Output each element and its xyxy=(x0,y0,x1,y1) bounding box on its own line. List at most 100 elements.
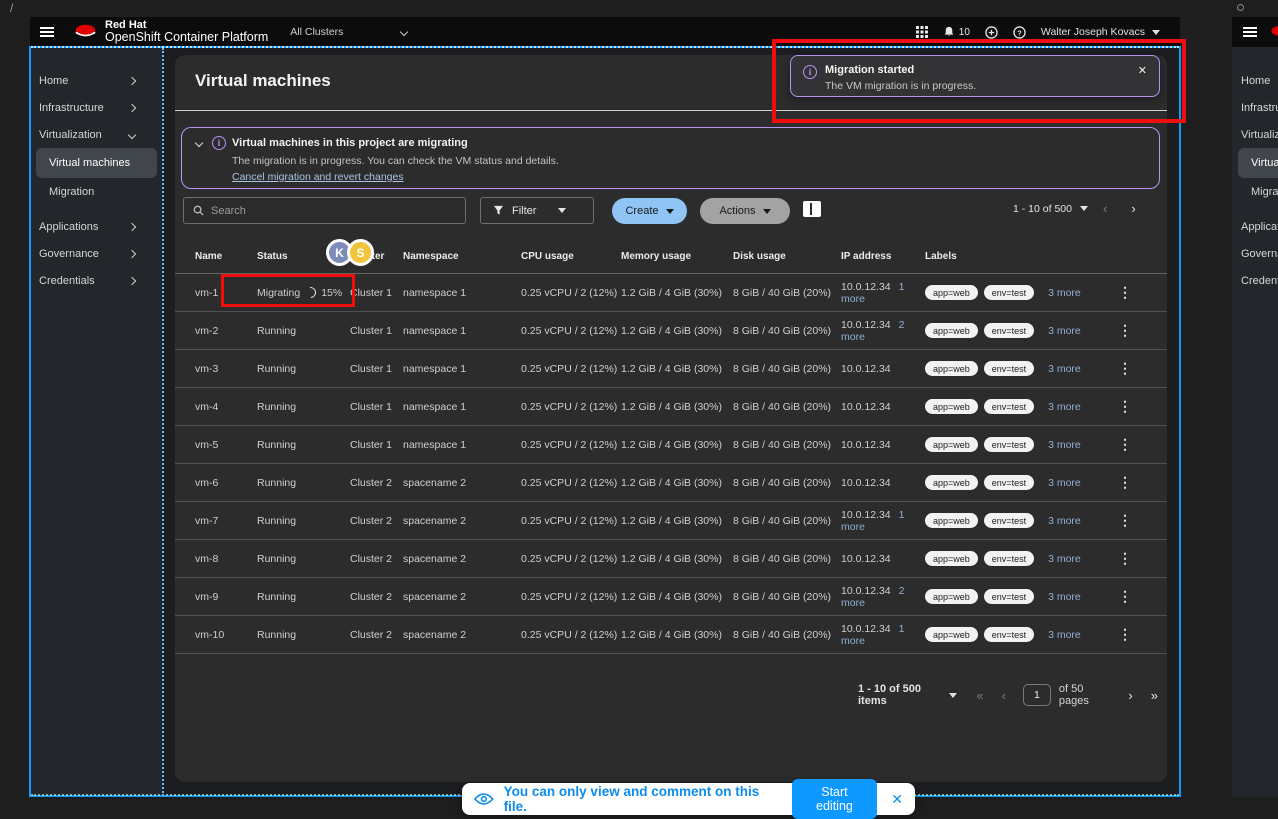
ip-address: 10.0.12.34 xyxy=(841,509,891,521)
label-pill: env=test xyxy=(984,323,1034,338)
row-kebab-menu-icon[interactable]: ⋮ xyxy=(1105,474,1145,491)
create-button[interactable]: Create xyxy=(612,198,687,224)
labels-more-link[interactable]: 3 more xyxy=(1048,591,1081,603)
sidebar-item-governance[interactable]: Governance xyxy=(1232,240,1278,267)
table-row: vm-2RunningCluster 1namespace 10.25 vCPU… xyxy=(175,312,1167,350)
row-kebab-menu-icon[interactable]: ⋮ xyxy=(1105,626,1145,643)
title-divider xyxy=(175,110,1167,111)
sidebar-item-home[interactable]: Home xyxy=(30,67,163,94)
row-kebab-menu-icon[interactable]: ⋮ xyxy=(1105,360,1145,377)
sidebar-item-migration[interactable]: Migration xyxy=(30,178,163,205)
disk-cell: 8 GiB / 40 GiB (20%) xyxy=(733,629,841,641)
labels-more-link[interactable]: 3 more xyxy=(1048,515,1081,527)
ip-address-cell: 10.0.12.342 more xyxy=(841,319,925,343)
label-pill: env=test xyxy=(984,399,1034,414)
status-cell: Migrating15% xyxy=(257,287,350,299)
row-kebab-menu-icon[interactable]: ⋮ xyxy=(1105,588,1145,605)
sidebar-item-home[interactable]: Home xyxy=(1232,67,1278,94)
sidebar-item-label: Infrastructure xyxy=(39,102,104,114)
cluster-selector[interactable]: All Clusters xyxy=(290,26,407,38)
app-launcher-icon[interactable] xyxy=(916,26,928,38)
sidebar-item-label: Applications xyxy=(39,221,98,233)
labels-more-link[interactable]: 3 more xyxy=(1048,439,1081,451)
filter-button[interactable]: Filter xyxy=(480,197,594,224)
menu-toggle-icon[interactable] xyxy=(1243,27,1257,37)
row-kebab-menu-icon[interactable]: ⋮ xyxy=(1105,550,1145,567)
sidebar-item-applications[interactable]: Applications xyxy=(30,213,163,240)
cancel-migration-link[interactable]: Cancel migration and revert changes xyxy=(232,171,404,183)
ip-address: 10.0.12.34 xyxy=(841,623,891,635)
ip-address: 10.0.12.34 xyxy=(841,319,891,331)
sidebar-item-virtualization[interactable]: Virtualization xyxy=(1232,121,1278,148)
row-kebab-menu-icon[interactable]: ⋮ xyxy=(1105,398,1145,415)
namespace-cell: namespace 1 xyxy=(403,287,521,299)
vm-name-cell: vm-7 xyxy=(195,515,257,527)
labels-more-link[interactable]: 3 more xyxy=(1048,325,1081,337)
disk-cell: 8 GiB / 40 GiB (20%) xyxy=(733,515,841,527)
sidebar-item-infrastructure[interactable]: Infrastructure xyxy=(30,94,163,121)
next-page-button[interactable]: › xyxy=(1119,688,1141,703)
sidebar-item-credentials[interactable]: Credentials xyxy=(30,267,163,294)
sidebar-item-virtualization[interactable]: Virtualization xyxy=(30,121,163,148)
vm-name-cell: vm-5 xyxy=(195,439,257,451)
frame-label: / xyxy=(10,1,13,15)
memory-cell: 1.2 GiB / 4 GiB (30%) xyxy=(621,591,733,603)
sidebar-item-virtual-machines[interactable]: Virtual machines xyxy=(36,148,157,178)
next-page-button[interactable]: › xyxy=(1122,201,1144,216)
labels-more-link[interactable]: 3 more xyxy=(1048,401,1081,413)
last-page-button[interactable]: » xyxy=(1142,688,1167,703)
sidebar-item-governance[interactable]: Governance xyxy=(30,240,163,267)
status-label: Running xyxy=(257,439,296,451)
ip-address-cell: 10.0.12.341 more xyxy=(841,509,925,533)
caret-down-icon xyxy=(1152,30,1160,35)
avatar: S xyxy=(347,239,374,266)
labels-more-link[interactable]: 3 more xyxy=(1048,629,1081,641)
sidebar-item-migration[interactable]: Migration xyxy=(1232,178,1278,205)
menu-toggle-icon[interactable] xyxy=(40,27,54,37)
previous-page-button[interactable]: ‹ xyxy=(993,688,1015,703)
vm-name-cell: vm-4 xyxy=(195,401,257,413)
actions-button[interactable]: Actions xyxy=(700,198,790,224)
sidebar-item-infrastructure[interactable]: Infrastructure xyxy=(1232,94,1278,121)
search-input[interactable]: Search xyxy=(183,197,466,224)
disk-cell: 8 GiB / 40 GiB (20%) xyxy=(733,591,841,603)
redhat-logo-icon xyxy=(72,22,99,41)
close-icon[interactable]: ✕ xyxy=(1138,64,1147,77)
vm-name-cell: vm-6 xyxy=(195,477,257,489)
first-page-button[interactable]: « xyxy=(967,688,992,703)
row-kebab-menu-icon[interactable]: ⋮ xyxy=(1105,322,1145,339)
row-kebab-menu-icon[interactable]: ⋮ xyxy=(1105,436,1145,453)
row-kebab-menu-icon[interactable]: ⋮ xyxy=(1105,284,1145,301)
cluster-cell: Cluster 1 xyxy=(350,401,403,413)
cluster-cell: Cluster 1 xyxy=(350,439,403,451)
table-row: vm-1Migrating15%Cluster 1namespace 10.25… xyxy=(175,274,1167,312)
cpu-cell: 0.25 vCPU / 2 (12%) xyxy=(521,553,621,565)
alert-collapse-chevron-icon[interactable] xyxy=(195,139,203,147)
items-summary[interactable]: 1 - 10 of 500 items xyxy=(858,683,941,707)
namespace-cell: spacename 2 xyxy=(403,553,521,565)
labels-more-link[interactable]: 3 more xyxy=(1048,477,1081,489)
notifications-bell-icon[interactable]: 10 xyxy=(943,26,970,38)
row-kebab-menu-icon[interactable]: ⋮ xyxy=(1105,512,1145,529)
cluster-cell: Cluster 1 xyxy=(350,363,403,375)
labels-more-link[interactable]: 3 more xyxy=(1048,287,1081,299)
sidebar-item-credentials[interactable]: Credentials xyxy=(1232,267,1278,294)
start-editing-button[interactable]: Start editing xyxy=(792,779,878,819)
ip-address: 10.0.12.34 xyxy=(841,477,891,489)
help-icon[interactable]: ? xyxy=(1013,26,1026,39)
user-menu[interactable]: Walter Joseph Kovacs xyxy=(1041,26,1160,38)
current-page-input[interactable] xyxy=(1023,684,1051,706)
labels-more-link[interactable]: 3 more xyxy=(1048,363,1081,375)
pagination-summary[interactable]: 1 - 10 of 500 xyxy=(1013,203,1072,215)
ip-address-cell: 10.0.12.34 xyxy=(841,439,925,451)
alert-description: The migration is in progress. You can ch… xyxy=(232,155,559,167)
close-icon[interactable]: ✕ xyxy=(887,791,903,808)
manage-columns-icon[interactable] xyxy=(803,201,821,217)
plus-circle-icon[interactable] xyxy=(985,26,998,39)
labels-more-link[interactable]: 3 more xyxy=(1048,553,1081,565)
sidebar-item-virtual-machines[interactable]: Virtual machines xyxy=(1238,148,1278,178)
namespace-cell: namespace 1 xyxy=(403,363,521,375)
memory-cell: 1.2 GiB / 4 GiB (30%) xyxy=(621,553,733,565)
sidebar-item-applications[interactable]: Applications xyxy=(1232,213,1278,240)
previous-page-button[interactable]: ‹ xyxy=(1094,201,1116,216)
